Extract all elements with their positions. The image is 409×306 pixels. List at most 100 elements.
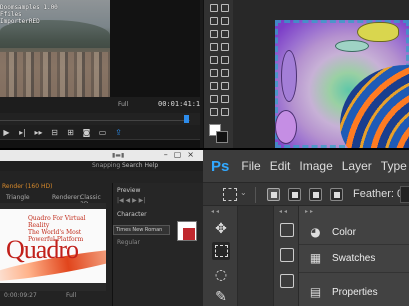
fit-dropdown[interactable]: Full — [118, 101, 128, 108]
feather-input[interactable] — [400, 186, 409, 203]
move-tool-icon[interactable]: ✥ — [212, 220, 230, 238]
dodge-tool-icon[interactable] — [210, 95, 218, 103]
menu-layer[interactable]: Layer — [342, 159, 372, 173]
brush-settings-icon[interactable] — [280, 248, 294, 262]
overlay-line-3: ImporterRED — [0, 18, 40, 25]
stroke-color-swatch[interactable] — [183, 228, 195, 240]
photoshop-document-area — [233, 0, 409, 148]
history-brush-tool-icon[interactable] — [210, 69, 218, 77]
blur-tool-icon[interactable] — [221, 82, 229, 90]
strip-collapse-icon[interactable]: ◂◂ — [279, 208, 289, 215]
feather-label: Feather: 0 — [353, 188, 404, 200]
panel-color-label: Color — [332, 226, 356, 238]
lasso-tool-icon[interactable]: ◌ — [212, 266, 230, 284]
font-style-select[interactable]: Regular — [117, 239, 140, 246]
program-monitor-video[interactable]: Doomsamples 1.00 Ffiles ImporterRED — [0, 0, 110, 97]
forward-icon[interactable]: ▸▸ — [34, 128, 43, 137]
character-panel-icon[interactable] — [280, 274, 294, 288]
resolution-dropdown[interactable]: Full — [66, 292, 76, 299]
menu-file[interactable]: File — [241, 159, 260, 173]
camera-icon[interactable]: ◙ — [82, 128, 91, 137]
panel-properties[interactable]: ▤ Properties — [309, 282, 378, 302]
ps-panel-icon-strip: ◂◂ — [273, 206, 299, 306]
path-select-tool-icon[interactable] — [221, 108, 229, 116]
gradient-tool-icon[interactable] — [210, 82, 218, 90]
overwrite-icon[interactable]: ⊞ — [66, 128, 75, 137]
search-help-input[interactable]: Search Help — [122, 162, 158, 169]
panel-swatches[interactable]: ▦ Swatches — [309, 248, 376, 268]
palette-icon: ◕ — [310, 225, 321, 239]
rect-marquee-tool-icon[interactable] — [212, 242, 230, 260]
settings-icon[interactable]: ▭ — [98, 128, 107, 137]
lasso-tool-icon[interactable] — [221, 17, 229, 25]
new-selection-icon[interactable] — [267, 188, 280, 201]
intersect-selection-icon[interactable] — [330, 188, 343, 201]
play-icon[interactable]: ▶ — [2, 128, 11, 137]
comp-name[interactable]: Render (160 HD) — [2, 183, 52, 190]
move-tool-icon[interactable] — [210, 4, 218, 12]
photoshop-toolbar-top — [203, 0, 233, 148]
stamp-tool-icon[interactable] — [221, 56, 229, 64]
video-overlay-text: Doomsamples 1.00 Ffiles ImporterRED — [0, 4, 58, 25]
transport-controls: ▶ ▸| ▸▸ ⊟ ⊞ ◙ ▭ ⇪ — [0, 125, 200, 139]
font-family-select[interactable]: Times New Roman — [113, 225, 170, 235]
chevron-down-icon[interactable]: ⌄ — [240, 188, 247, 197]
dock-collapse-icon[interactable]: ▸▸ — [305, 208, 315, 215]
ps-workspace-gap — [238, 206, 273, 306]
canvas-fish-shape — [335, 40, 369, 52]
background-color-swatch[interactable] — [216, 131, 228, 143]
character-panel-title[interactable]: Character — [117, 211, 147, 218]
menu-image[interactable]: Image — [299, 159, 332, 173]
preview-controls[interactable]: |◀ ◀ ▶ ▶| — [117, 197, 145, 204]
scrubber-track — [0, 120, 190, 121]
quick-select-tool-icon[interactable]: ✎ — [212, 288, 230, 306]
overlay-line-1: Doomsamples 1.00 — [0, 4, 58, 11]
properties-icon: ▤ — [309, 285, 322, 299]
quick-select-tool-icon[interactable] — [210, 30, 218, 38]
step-forward-icon[interactable]: ▸| — [18, 128, 27, 137]
subtract-selection-icon[interactable] — [309, 188, 322, 201]
menu-edit[interactable]: Edit — [270, 159, 291, 173]
ae-title-bar: ▮▬▮ –▢× — [0, 150, 203, 161]
brush-tool-icon[interactable] — [210, 56, 218, 64]
insert-icon[interactable]: ⊟ — [50, 128, 59, 137]
snapping-toggle[interactable]: Snapping — [92, 162, 120, 169]
comp-tabs: Triangle Renderer: Classic 3D — [0, 193, 110, 208]
marquee-tool-icon[interactable] — [210, 17, 218, 25]
composition-viewer[interactable]: Quadro For Virtual Reality The World's M… — [0, 203, 106, 291]
add-selection-icon[interactable] — [288, 188, 301, 201]
options-divider — [255, 187, 256, 203]
panel-color[interactable]: ◕ Color — [309, 222, 356, 242]
ae-title-glyph: ▮▬▮ — [112, 152, 125, 159]
timecode-display[interactable]: 00:01:41:12 — [158, 100, 200, 108]
canvas-purple-fish-2 — [275, 110, 297, 144]
playhead[interactable] — [184, 115, 189, 123]
current-time[interactable]: 0:00:09:27 — [4, 292, 37, 299]
preview-panel-title[interactable]: Preview — [117, 187, 140, 194]
type-tool-icon[interactable] — [210, 108, 218, 116]
premiere-window: Doomsamples 1.00 Ffiles ImporterRED Full… — [0, 0, 200, 148]
eyedropper-tool-icon[interactable] — [210, 43, 218, 51]
eraser-tool-icon[interactable] — [221, 69, 229, 77]
menu-type[interactable]: Type — [381, 159, 407, 173]
marquee-preset-icon[interactable] — [223, 188, 237, 201]
ps-panels-dock: ▸▸ ◕ Color ▦ Swatches ▤ Properties — [299, 206, 409, 306]
monitor-scrubber[interactable] — [0, 113, 200, 125]
ae-toolbar: Snapping Search Help — [0, 161, 203, 171]
crop-tool-icon[interactable] — [221, 30, 229, 38]
pen-tool-icon[interactable] — [221, 95, 229, 103]
canvas-big-fish — [340, 65, 409, 148]
healing-tool-icon[interactable] — [221, 43, 229, 51]
program-monitor-pillarbox — [110, 0, 200, 97]
history-panel-icon[interactable] — [280, 223, 294, 237]
document-canvas[interactable] — [275, 20, 409, 148]
canvas-purple-fish — [281, 50, 297, 102]
window-controls[interactable]: –▢× — [164, 150, 200, 159]
artboard-tool-icon[interactable] — [221, 4, 229, 12]
collapse-arrows-icon[interactable]: ◂◂ — [211, 208, 221, 215]
panel-separator — [299, 244, 409, 245]
export-frame-icon[interactable]: ⇪ — [114, 128, 123, 137]
tab-triangle[interactable]: Triangle — [6, 194, 30, 201]
comp-frame: Quadro For Virtual Reality The World's M… — [0, 209, 106, 283]
after-effects-window: ▮▬▮ –▢× Snapping Search Help Render (160… — [0, 148, 203, 306]
